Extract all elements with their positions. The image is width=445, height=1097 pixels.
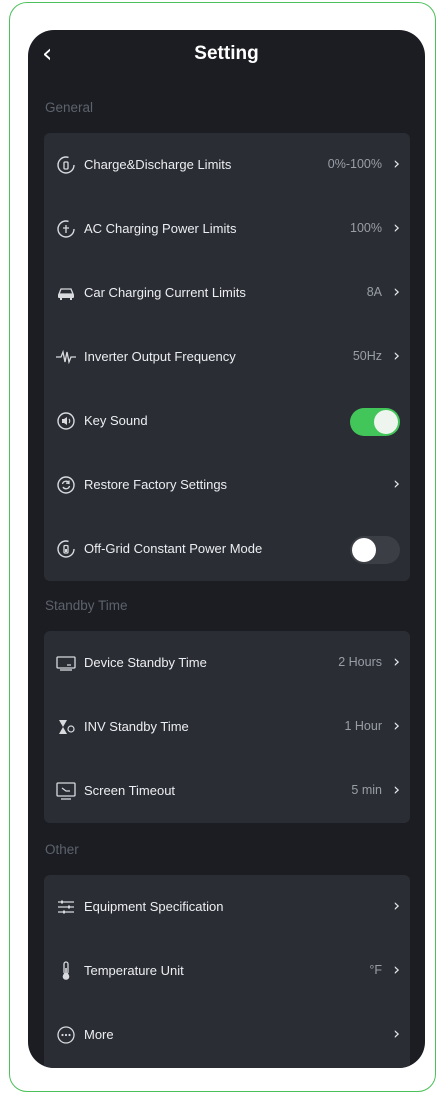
settings-screen: ‹ Setting General Charge&Discharge Limit… (28, 30, 425, 1068)
chevron-right-icon: › (393, 896, 400, 916)
toggle-knob (374, 410, 398, 434)
device-icon (56, 653, 76, 673)
row-value: 50Hz (352, 349, 382, 363)
row-device-standby-time[interactable]: Device Standby Time 2 Hours › (44, 631, 410, 695)
thermometer-icon (56, 961, 76, 981)
row-value: 1 Hour (344, 719, 382, 733)
row-label: More (84, 1027, 114, 1042)
chevron-right-icon: › (393, 282, 400, 302)
chevron-right-icon: › (393, 652, 400, 672)
chevron-right-icon: › (393, 716, 400, 736)
off-grid-toggle[interactable] (350, 536, 400, 564)
row-ac-charging-power-limits[interactable]: AC Charging Power Limits 100% › (44, 197, 410, 261)
row-value: 5 min (351, 783, 382, 797)
row-label: AC Charging Power Limits (84, 221, 237, 236)
chevron-right-icon: › (393, 1024, 400, 1044)
row-charge-discharge-limits[interactable]: Charge&Discharge Limits 0%-100% › (44, 133, 410, 197)
screen-icon (56, 781, 76, 801)
section-label-general: General (45, 100, 94, 115)
row-label: Charge&Discharge Limits (84, 157, 232, 172)
row-label: Restore Factory Settings (84, 477, 228, 492)
chevron-right-icon: › (393, 218, 400, 238)
battery-circle-icon (56, 539, 76, 559)
row-inverter-output-frequency[interactable]: Inverter Output Frequency 50Hz › (44, 325, 410, 389)
row-key-sound[interactable]: Key Sound (44, 389, 410, 453)
restore-icon (56, 475, 76, 495)
row-car-charging-current-limits[interactable]: Car Charging Current Limits 8A › (44, 261, 410, 325)
more-icon (56, 1025, 76, 1045)
row-label: INV Standby Time (84, 719, 189, 734)
section-label-other: Other (45, 842, 79, 857)
page-title: Setting (194, 43, 259, 64)
row-temperature-unit[interactable]: Temperature Unit °F › (44, 939, 410, 1003)
toggle-knob (352, 538, 376, 562)
row-more[interactable]: More › (44, 1003, 410, 1067)
chevron-right-icon: › (393, 474, 400, 494)
waveform-icon (56, 347, 76, 367)
header: ‹ Setting (28, 30, 425, 80)
other-card: Equipment Specification › Temperature Un… (44, 875, 410, 1068)
key-sound-toggle[interactable] (350, 408, 400, 436)
row-label: Off-Grid Constant Power Mode (84, 541, 263, 556)
row-label: Car Charging Current Limits (84, 285, 246, 300)
row-equipment-specification[interactable]: Equipment Specification › (44, 875, 410, 939)
hourglass-icon (56, 717, 76, 737)
plug-gauge-icon (56, 219, 76, 239)
row-value: 2 Hours (338, 655, 382, 669)
row-restore-factory-settings[interactable]: Restore Factory Settings › (44, 453, 410, 517)
row-label: Inverter Output Frequency (84, 349, 236, 364)
general-card: Charge&Discharge Limits 0%-100% › AC Cha… (44, 133, 410, 581)
speaker-icon (56, 411, 76, 431)
row-value: 100% (350, 221, 382, 235)
row-value: 0%-100% (327, 157, 382, 171)
row-value: 8A (366, 285, 382, 299)
row-label: Temperature Unit (84, 963, 184, 978)
battery-gauge-icon (56, 155, 76, 175)
row-screen-timeout[interactable]: Screen Timeout 5 min › (44, 759, 410, 823)
chevron-right-icon: › (393, 346, 400, 366)
row-label: Device Standby Time (84, 655, 207, 670)
row-off-grid-constant-power-mode[interactable]: Off-Grid Constant Power Mode (44, 517, 410, 581)
car-icon (56, 283, 76, 303)
row-label: Equipment Specification (84, 899, 224, 914)
sliders-icon (56, 897, 76, 917)
chevron-right-icon: › (393, 960, 400, 980)
chevron-right-icon: › (393, 780, 400, 800)
row-value: °F (369, 963, 382, 977)
chevron-right-icon: › (393, 154, 400, 174)
row-inv-standby-time[interactable]: INV Standby Time 1 Hour › (44, 695, 410, 759)
row-label: Key Sound (84, 413, 148, 428)
standby-card: Device Standby Time 2 Hours › INV Standb… (44, 631, 410, 823)
section-label-standby-time: Standby Time (45, 598, 128, 613)
row-label: Screen Timeout (84, 783, 176, 798)
